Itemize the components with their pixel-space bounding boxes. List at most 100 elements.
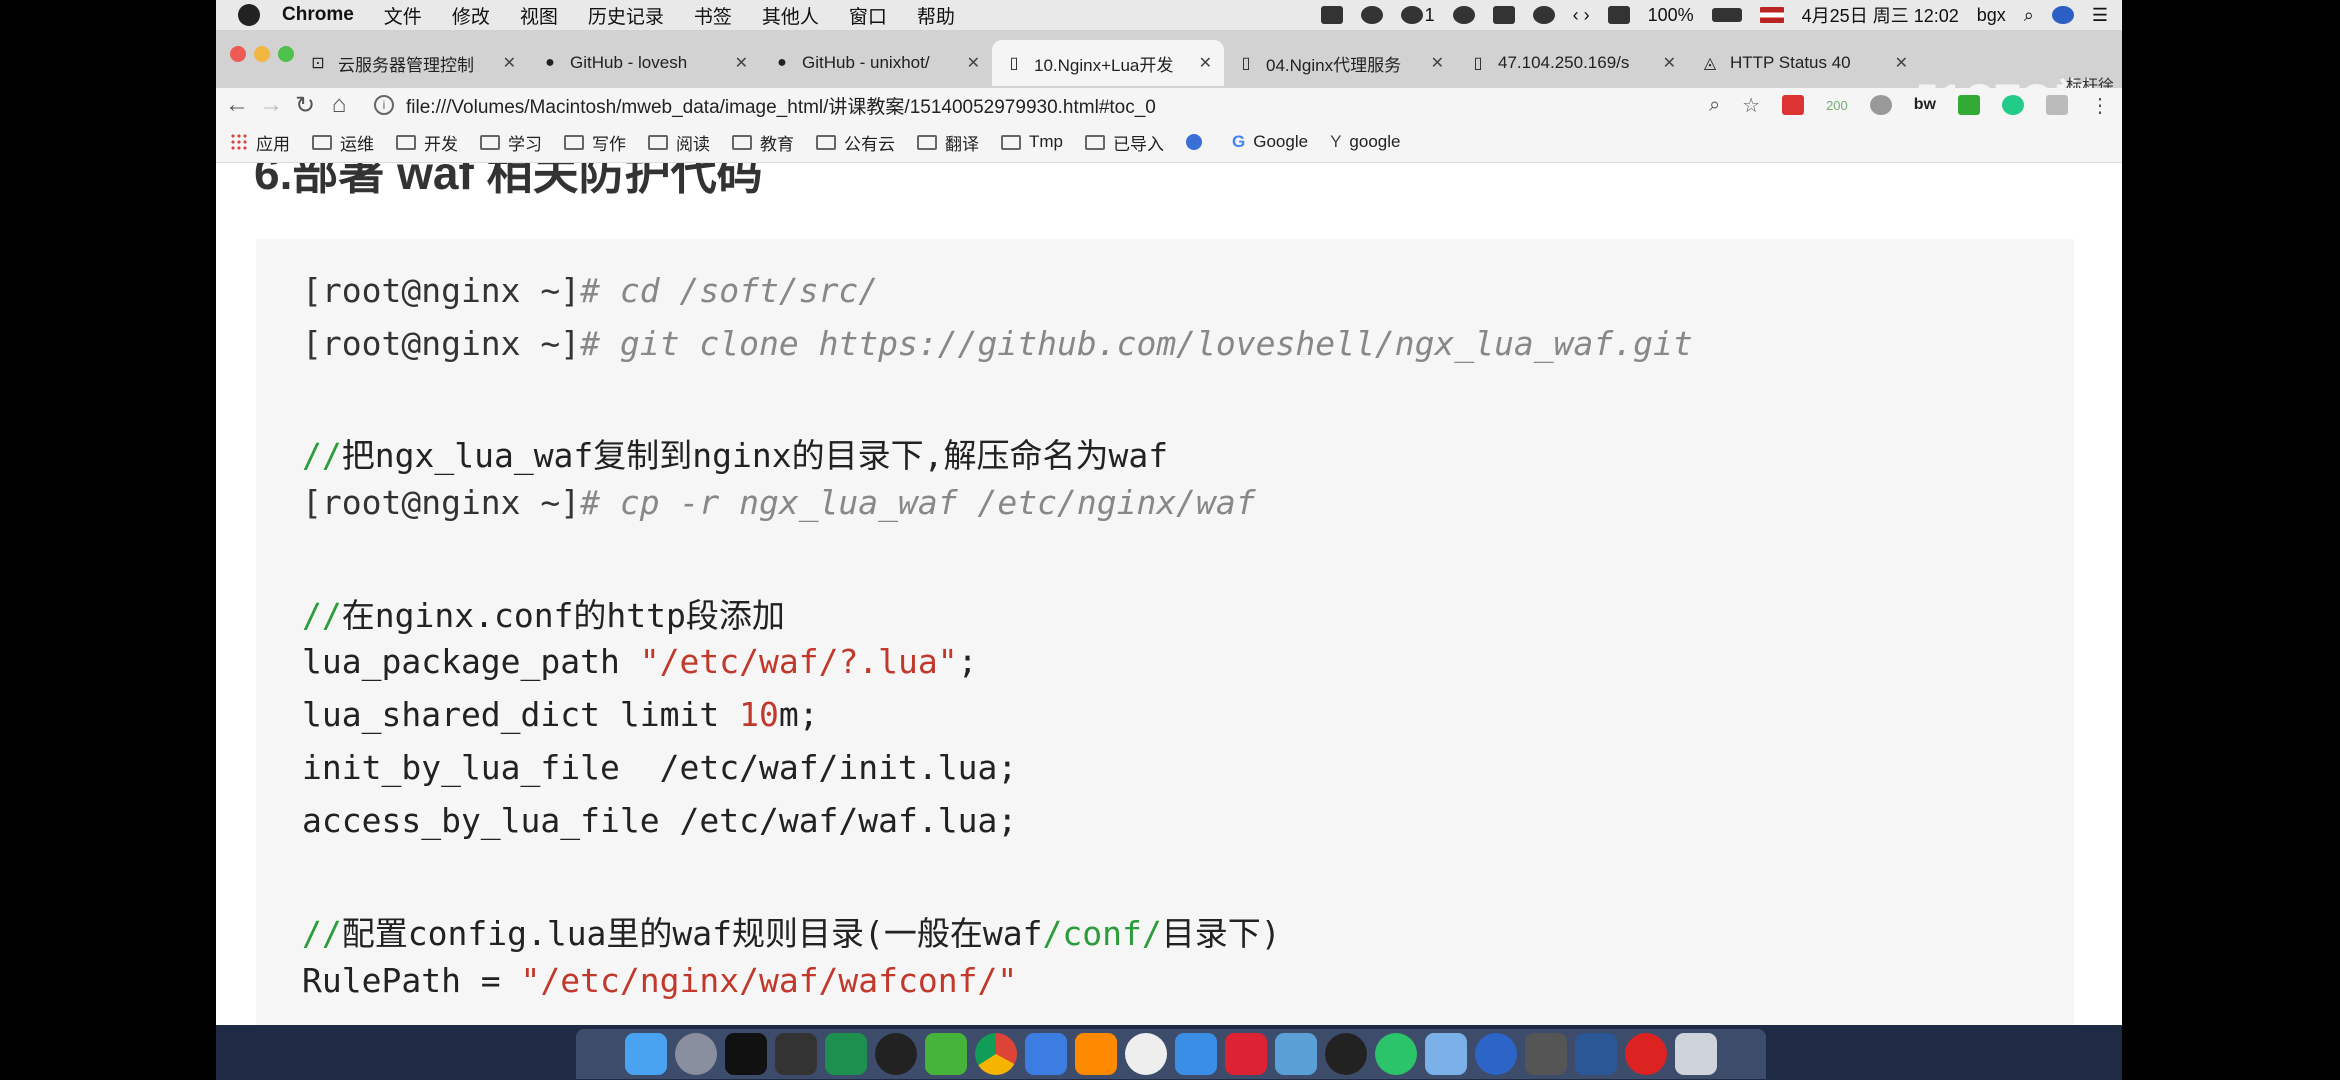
- activity-monitor-icon[interactable]: [775, 1033, 817, 1075]
- x11-icon[interactable]: [1525, 1033, 1567, 1075]
- forward-icon[interactable]: →: [254, 91, 288, 119]
- code-line: lua_package_path "/etc/waf/?.lua";: [302, 642, 978, 681]
- bookmark-folder-translate[interactable]: 翻译: [917, 130, 979, 155]
- clock[interactable]: 4月25日 周三 12:02: [1802, 2, 1959, 28]
- menu-view[interactable]: 视图: [520, 2, 558, 29]
- cloud-sync-icon[interactable]: [1452, 6, 1475, 24]
- close-tab-icon[interactable]: ✕: [1895, 53, 1908, 73]
- bookmark-folder-study[interactable]: 学习: [480, 130, 542, 155]
- bookmark-folder-tmp[interactable]: Tmp: [1001, 132, 1063, 152]
- battery-icon[interactable]: [1711, 8, 1742, 22]
- info-icon[interactable]: i: [374, 95, 394, 115]
- reload-icon[interactable]: ↻: [288, 91, 322, 120]
- bookmark-apps[interactable]: 应用: [230, 130, 290, 155]
- close-tab-icon[interactable]: ✕: [503, 53, 516, 73]
- airplay-icon[interactable]: [1607, 6, 1630, 24]
- menu-edit[interactable]: 修改: [452, 2, 490, 29]
- bookmark-folder-writing[interactable]: 写作: [564, 130, 626, 155]
- airmail-icon[interactable]: [1175, 1033, 1217, 1075]
- sublime-icon[interactable]: [1075, 1033, 1117, 1075]
- menu-app-chrome[interactable]: Chrome: [282, 4, 354, 26]
- bookmark-folder-dev[interactable]: 开发: [396, 130, 458, 155]
- menu-file[interactable]: 文件: [384, 2, 422, 29]
- extension-green-icon[interactable]: [1958, 95, 1980, 115]
- extension-badge-count[interactable]: 200: [1826, 98, 1848, 113]
- display-icon[interactable]: [1492, 6, 1515, 24]
- close-tab-icon[interactable]: ✕: [1199, 53, 1212, 73]
- extension-bw-icon[interactable]: bw: [1914, 96, 1936, 114]
- user-name[interactable]: bgx: [1977, 5, 2006, 26]
- back-icon[interactable]: ←: [220, 91, 254, 119]
- bookmark-folder-education[interactable]: 教育: [732, 130, 794, 155]
- trash-icon[interactable]: [1675, 1033, 1717, 1075]
- xcode-icon[interactable]: [1025, 1033, 1067, 1075]
- minimize-window-icon[interactable]: [254, 46, 270, 62]
- menu-people[interactable]: 其他人: [762, 2, 819, 29]
- zoom-window-icon[interactable]: [278, 46, 294, 62]
- address-bar[interactable]: i file:///Volumes/Macintosh/mweb_data/im…: [374, 92, 1156, 119]
- extension-t-icon[interactable]: [2002, 95, 2024, 115]
- bookmark-folder-ops[interactable]: 运维: [312, 130, 374, 155]
- menu-history[interactable]: 历史记录: [588, 2, 664, 29]
- bookmark-google-yandex[interactable]: Ygoogle: [1330, 132, 1400, 152]
- input-source-flag-icon[interactable]: [1759, 7, 1784, 23]
- tab-github-loveshell[interactable]: ● GitHub - lovesh ✕: [528, 40, 760, 86]
- bookmark-folder-public-cloud[interactable]: 公有云: [816, 130, 895, 155]
- bookmark-label: 学习: [508, 134, 542, 154]
- bookmark-baidu[interactable]: [1186, 134, 1210, 150]
- pycharm-icon[interactable]: [825, 1033, 867, 1075]
- messages-icon[interactable]: [1375, 1033, 1417, 1075]
- downloads-icon[interactable]: [1425, 1033, 1467, 1075]
- finder-icon[interactable]: [625, 1033, 667, 1075]
- extension-gray-icon[interactable]: [1869, 95, 1892, 115]
- siri-icon[interactable]: [2051, 6, 2074, 24]
- baidu-paw-icon: [1186, 134, 1202, 150]
- apple-icon[interactable]: [238, 4, 260, 26]
- home-icon[interactable]: ⌂: [322, 91, 356, 119]
- notification-center-icon[interactable]: ☰: [2092, 5, 2108, 26]
- extension-shield-icon[interactable]: [2046, 95, 2068, 115]
- qq-notification[interactable]: 1: [1400, 5, 1435, 26]
- terminal-icon[interactable]: [725, 1033, 767, 1075]
- wifi-icon[interactable]: [1532, 6, 1555, 24]
- spotlight-search-icon[interactable]: ⌕: [2024, 5, 2034, 26]
- code-number: 10: [739, 695, 779, 734]
- qq-icon[interactable]: [875, 1033, 917, 1075]
- bookmark-label: 运维: [340, 134, 374, 154]
- menu-help[interactable]: 帮助: [917, 2, 955, 29]
- close-tab-icon[interactable]: ✕: [735, 53, 748, 73]
- bookmark-star-icon[interactable]: ☆: [1742, 93, 1760, 118]
- screen-record-icon[interactable]: [1320, 6, 1343, 24]
- menu-window[interactable]: 窗口: [849, 2, 887, 29]
- tab-nginx-lua[interactable]: ▯ 10.Nginx+Lua开发 ✕: [992, 40, 1224, 86]
- tab-ip-address[interactable]: ▯ 47.104.250.169/s ✕: [1456, 40, 1688, 86]
- screen-sharing-icon[interactable]: [1475, 1033, 1517, 1075]
- extension-red-icon[interactable]: [1782, 95, 1805, 115]
- menu-bookmarks[interactable]: 书签: [694, 2, 732, 29]
- qq-icon[interactable]: [1360, 6, 1383, 24]
- chrome-icon[interactable]: [975, 1033, 1017, 1075]
- tab-http-status[interactable]: ◬ HTTP Status 40 ✕: [1688, 40, 1920, 86]
- close-tab-icon[interactable]: ✕: [1431, 53, 1444, 73]
- wechat-icon[interactable]: [925, 1033, 967, 1075]
- remote-desktop-icon[interactable]: [1225, 1033, 1267, 1075]
- close-tab-icon[interactable]: ✕: [967, 53, 980, 73]
- code-brackets-icon[interactable]: ‹ ›: [1573, 5, 1590, 26]
- word-icon[interactable]: [1575, 1033, 1617, 1075]
- chrome-menu-icon[interactable]: ⋮: [2090, 93, 2110, 118]
- tab-github-unixhot[interactable]: ● GitHub - unixhot/ ✕: [760, 40, 992, 86]
- gitkraken-icon[interactable]: [1125, 1033, 1167, 1075]
- qq-secondary-icon[interactable]: [1325, 1033, 1367, 1075]
- tab-nginx-proxy[interactable]: ▯ 04.Nginx代理服务 ✕: [1224, 40, 1456, 86]
- close-window-icon[interactable]: [230, 46, 246, 62]
- launchpad-icon[interactable]: [675, 1033, 717, 1075]
- close-tab-icon[interactable]: ✕: [1663, 53, 1676, 73]
- bookmark-folder-reading[interactable]: 阅读: [648, 130, 710, 155]
- preview-icon[interactable]: [1275, 1033, 1317, 1075]
- bookmark-label: 阅读: [676, 134, 710, 154]
- bookmark-folder-imported[interactable]: 已导入: [1085, 130, 1164, 155]
- zoom-icon[interactable]: ⌕: [1709, 94, 1720, 117]
- tab-cloud-console[interactable]: ⊡ 云服务器管理控制 ✕: [296, 40, 528, 86]
- bookmark-google[interactable]: G Google: [1232, 132, 1308, 152]
- record-app-icon[interactable]: [1625, 1033, 1667, 1075]
